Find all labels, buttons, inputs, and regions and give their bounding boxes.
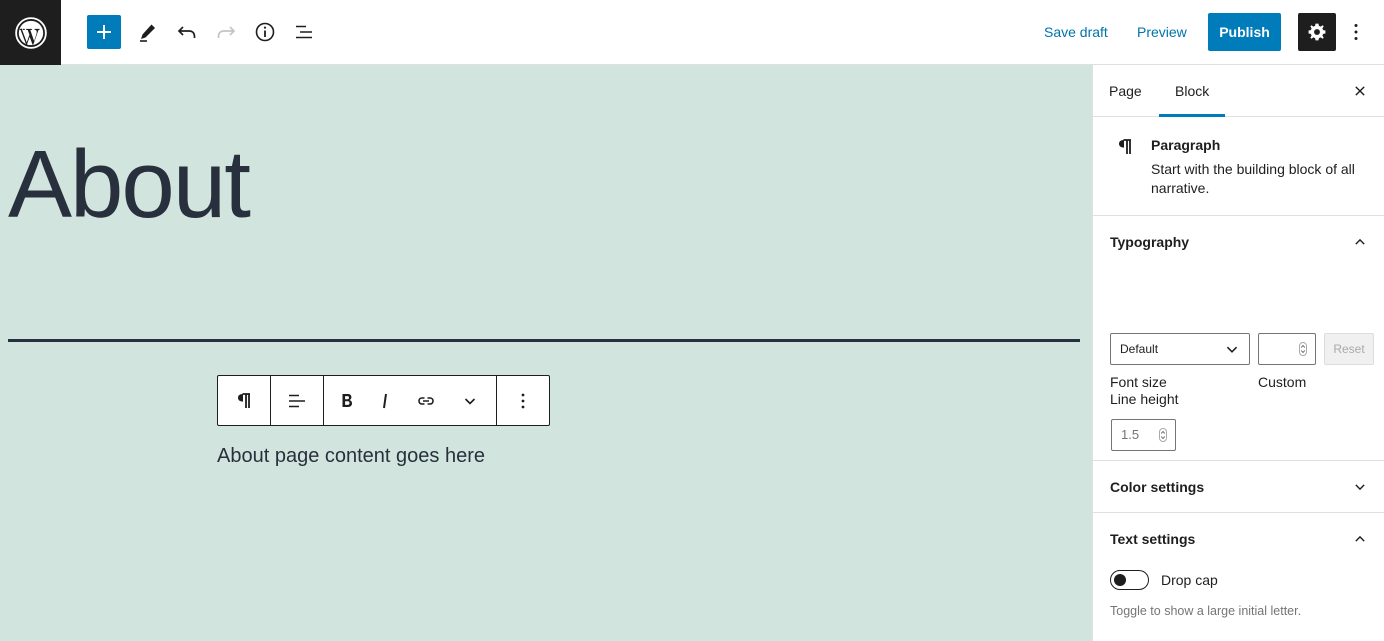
typography-panel-header[interactable]: Typography bbox=[1093, 216, 1384, 268]
line-height-label: Line height bbox=[1110, 391, 1179, 407]
bold-icon bbox=[342, 393, 352, 407]
alignment-group bbox=[271, 376, 324, 425]
paragraph-icon bbox=[238, 392, 250, 408]
link-icon bbox=[418, 396, 434, 405]
undo-button[interactable] bbox=[173, 18, 201, 46]
details-button[interactable] bbox=[251, 18, 279, 46]
chevron-up-icon bbox=[1348, 230, 1372, 254]
gear-icon bbox=[1308, 23, 1326, 41]
color-settings-title: Color settings bbox=[1110, 479, 1205, 495]
block-card-description: Start with the building block of all nar… bbox=[1151, 161, 1355, 196]
line-height-input[interactable]: 1.5 bbox=[1111, 419, 1176, 451]
link-button[interactable] bbox=[404, 377, 448, 425]
block-switcher-group bbox=[218, 376, 271, 425]
block-card-title: Paragraph bbox=[1151, 137, 1221, 153]
chevron-down-icon bbox=[464, 397, 476, 405]
publish-button[interactable]: Publish bbox=[1208, 13, 1281, 51]
options-menu-button[interactable] bbox=[1344, 18, 1368, 46]
editor-canvas: About About page content goes here bbox=[0, 65, 1092, 641]
spinner-icon bbox=[1299, 342, 1307, 356]
close-icon bbox=[1355, 86, 1365, 96]
reset-font-size-button[interactable]: Reset bbox=[1324, 333, 1374, 365]
typography-panel: Typography Font size Custom Default Rese… bbox=[1093, 216, 1384, 461]
plus-icon bbox=[97, 25, 111, 39]
tab-block[interactable]: Block bbox=[1159, 65, 1226, 117]
more-vertical-icon bbox=[1354, 24, 1358, 40]
chevron-up-icon bbox=[1348, 527, 1372, 551]
custom-size-label: Custom bbox=[1258, 374, 1307, 390]
formatting-group bbox=[324, 376, 497, 425]
preview-button[interactable]: Preview bbox=[1129, 16, 1195, 48]
chevron-down-icon bbox=[1348, 475, 1372, 499]
color-settings-panel[interactable]: Color settings bbox=[1093, 461, 1384, 513]
paragraph-block[interactable]: About page content goes here bbox=[217, 445, 485, 468]
settings-sidebar: Page Block Paragraph Start with the buil… bbox=[1092, 65, 1384, 641]
page-title[interactable]: About bbox=[8, 137, 251, 233]
font-size-select[interactable]: Default bbox=[1110, 333, 1250, 365]
redo-button[interactable] bbox=[212, 18, 240, 46]
block-card: Paragraph Start with the building block … bbox=[1093, 117, 1384, 216]
spinner-icon bbox=[1159, 428, 1167, 442]
line-height-value: 1.5 bbox=[1121, 427, 1140, 442]
save-draft-button[interactable]: Save draft bbox=[1036, 16, 1116, 48]
settings-button[interactable] bbox=[1298, 13, 1336, 51]
add-block-button[interactable] bbox=[87, 15, 121, 49]
block-options-group bbox=[497, 376, 549, 425]
drop-cap-label: Drop cap bbox=[1161, 572, 1218, 588]
tab-page[interactable]: Page bbox=[1109, 65, 1142, 117]
toggle-knob bbox=[1114, 574, 1126, 586]
paragraph-icon bbox=[1119, 139, 1131, 154]
custom-font-size-input[interactable] bbox=[1258, 333, 1316, 365]
tools-button[interactable] bbox=[134, 18, 162, 46]
info-icon bbox=[255, 22, 275, 42]
text-settings-panel: Text settings Drop cap Toggle to show a … bbox=[1093, 513, 1384, 636]
drop-cap-help-text: Toggle to show a large initial letter. bbox=[1110, 604, 1302, 618]
align-left-icon bbox=[289, 394, 305, 407]
align-button[interactable] bbox=[275, 377, 319, 425]
block-type-button[interactable] bbox=[222, 377, 266, 425]
close-sidebar-button[interactable] bbox=[1348, 79, 1372, 103]
typography-panel-title: Typography bbox=[1110, 234, 1190, 250]
text-settings-header[interactable]: Text settings bbox=[1093, 513, 1384, 565]
chevron-down-icon bbox=[1226, 346, 1238, 353]
list-view-button[interactable] bbox=[290, 18, 318, 46]
editor-header: Save draft Preview Publish bbox=[0, 0, 1384, 65]
more-formatting-button[interactable] bbox=[448, 377, 492, 425]
list-view-icon bbox=[296, 25, 312, 39]
separator-block[interactable] bbox=[8, 339, 1080, 342]
redo-icon bbox=[217, 26, 236, 38]
block-options-button[interactable] bbox=[501, 377, 545, 425]
font-size-label: Font size bbox=[1110, 374, 1167, 390]
italic-icon bbox=[383, 393, 387, 408]
block-toolbar bbox=[217, 375, 550, 426]
drop-cap-toggle[interactable] bbox=[1110, 570, 1149, 590]
bold-button[interactable] bbox=[328, 377, 366, 425]
more-vertical-icon bbox=[521, 393, 525, 408]
undo-icon bbox=[177, 26, 196, 38]
wordpress-logo-icon[interactable] bbox=[0, 0, 61, 65]
pencil-icon bbox=[140, 24, 155, 42]
text-settings-title: Text settings bbox=[1110, 531, 1196, 547]
font-size-select-value: Default bbox=[1120, 342, 1159, 356]
italic-button[interactable] bbox=[366, 377, 404, 425]
sidebar-tabs: Page Block bbox=[1093, 65, 1384, 117]
